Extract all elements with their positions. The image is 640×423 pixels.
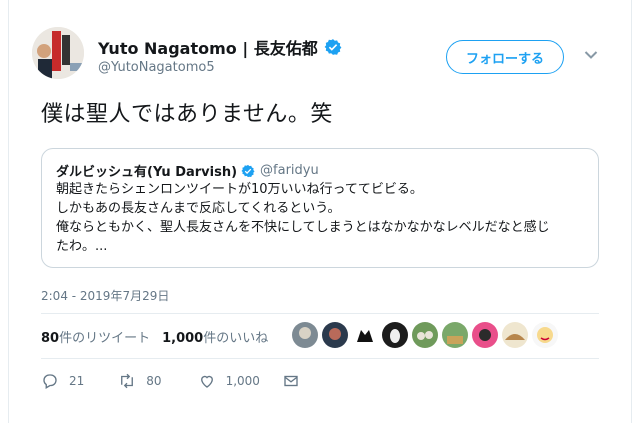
direct-message-button[interactable] [282,372,300,390]
tweet-timestamp[interactable]: 2:04 - 2019年7月29日 [41,287,169,304]
verified-badge-icon [241,164,255,177]
engagement-stats: 80件のリツイート 1,000件のいいね [41,327,268,346]
reply-button[interactable]: 21 [41,372,84,390]
reply-icon [43,374,57,389]
quoted-tweet[interactable]: ダルビッシュ有(Yu Darvish) @faridyu 朝起きたらシェンロンツ… [41,148,599,268]
retweets-stat-count: 80 [41,331,60,346]
heart-icon [200,375,213,388]
follow-button[interactable]: フォローする [446,40,564,74]
envelope-icon [284,375,298,387]
like-count: 1,000 [225,374,260,388]
author-handle[interactable]: @YutoNagatomo5 [98,60,215,75]
liker-avatars [292,322,562,348]
liker-avatar[interactable] [412,322,438,348]
divider [41,358,599,359]
verified-badge-icon [324,39,342,55]
quoted-text-line: たわ。... [56,239,108,254]
author-display-name[interactable]: Yuto Nagatomo | 長友佑都 [98,35,318,59]
tweet-text: 僕は聖人ではありません。笑 [41,102,333,127]
likes-stat[interactable]: 1,000件のいいね [162,327,268,346]
chevron-down-icon[interactable] [584,50,598,60]
quoted-tweet-header: ダルビッシュ有(Yu Darvish) @faridyu [56,161,319,180]
author-name-row: Yuto Nagatomo | 長友佑都 [98,35,342,59]
liker-avatar[interactable] [322,322,348,348]
quoted-author-handle: @faridyu [260,163,319,178]
tweet-actions: 21 80 1,000 [41,372,300,390]
quoted-text-line: 朝起きたらシェンロンツイートが10万いいね行っててビビる。 [56,182,423,197]
reply-count: 21 [69,374,85,388]
liker-avatar[interactable] [532,322,558,348]
liker-avatar[interactable] [292,322,318,348]
likes-stat-count: 1,000 [162,331,204,346]
like-button[interactable]: 1,000 [198,372,260,390]
likes-stat-label: 件のいいね [203,331,269,346]
retweets-stat[interactable]: 80件のリツイート [41,327,150,346]
quoted-author-name: ダルビッシュ有(Yu Darvish) [56,165,238,180]
liker-avatar[interactable] [472,322,498,348]
avatar[interactable] [32,27,84,79]
liker-avatar[interactable] [382,322,408,348]
liker-avatar[interactable] [442,322,468,348]
liker-avatar[interactable] [502,322,528,348]
retweet-icon [121,373,134,389]
retweet-count: 80 [146,374,162,388]
divider [41,313,599,314]
quoted-text-line: 俺ならともかく、聖人長友さんを不快にしてしまうとはなかなかなレベルだなと感じ [56,220,550,235]
retweet-button[interactable]: 80 [118,372,162,390]
liker-avatar[interactable] [352,322,378,348]
retweets-stat-label: 件のリツイート [59,331,151,346]
quoted-text-line: しかもあの長友さんまで反応してくれるという。 [56,201,341,216]
quoted-tweet-text: 朝起きたらシェンロンツイートが10万いいね行っててビビる。 しかもあの長友さんま… [56,180,586,256]
